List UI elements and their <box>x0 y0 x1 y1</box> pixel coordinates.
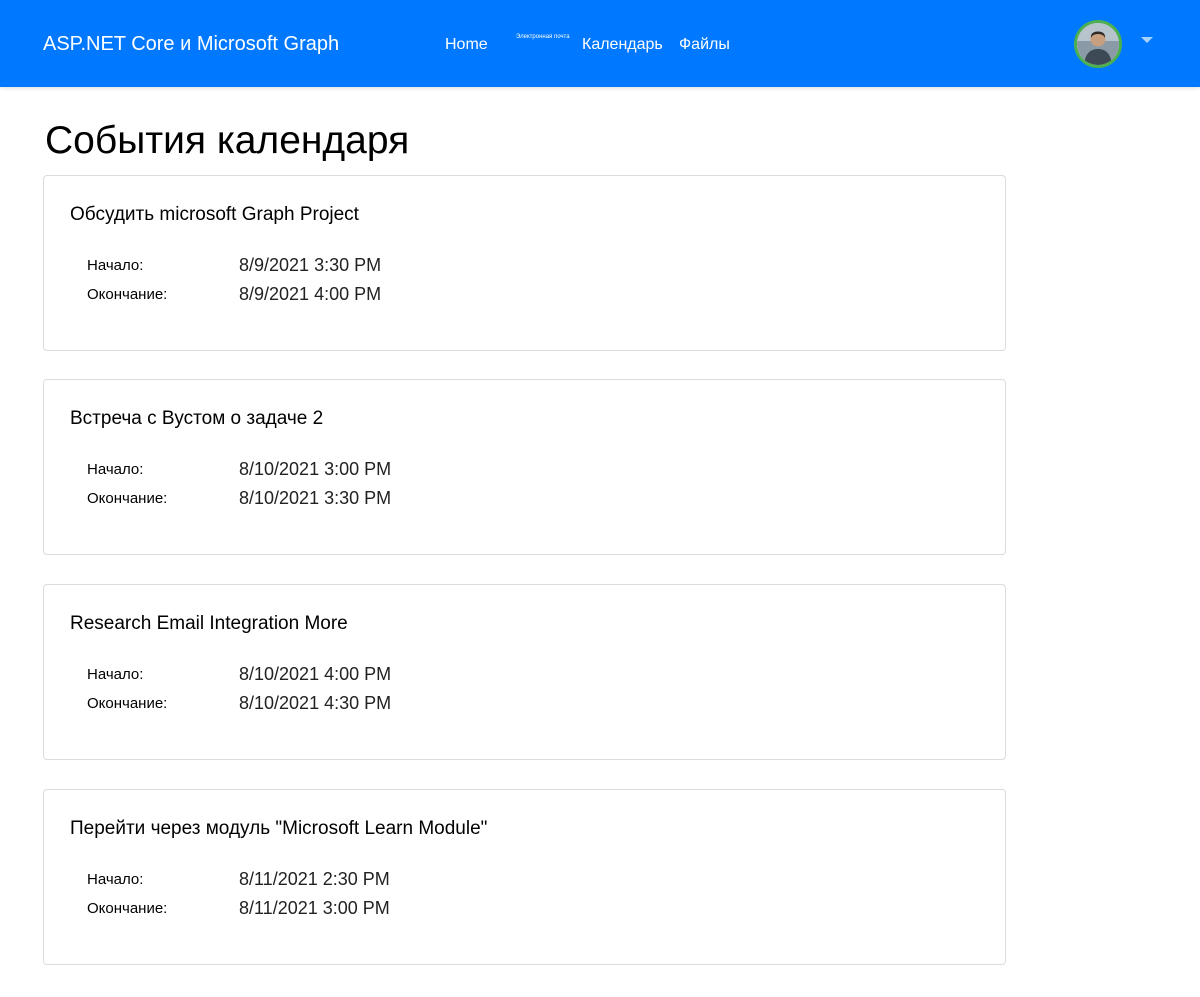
user-avatar-icon[interactable] <box>1074 20 1122 68</box>
end-value: 8/10/2021 3:30 PM <box>239 488 392 508</box>
end-value: 8/11/2021 3:00 PM <box>239 898 390 918</box>
nav-link-files[interactable]: Файлы <box>679 36 730 54</box>
nav-link-mail[interactable]: Электронная почта <box>516 34 570 40</box>
end-label: Окончание: <box>87 900 168 917</box>
start-label: Начало: <box>87 257 144 274</box>
chevron-down-icon[interactable] <box>1141 37 1153 43</box>
event-subject: Обсудить microsoft Graph Project <box>70 204 359 225</box>
end-label: Окончание: <box>87 695 168 712</box>
start-value: 8/11/2021 2:30 PM <box>239 869 390 889</box>
end-label: Окончание: <box>87 286 168 303</box>
event-subject: Встреча с Вустом о задаче 2 <box>70 408 324 429</box>
user-avatar-icon-graphic <box>1077 23 1119 65</box>
end-label: Окончание: <box>87 490 168 507</box>
event-card: Перейти через модуль "Microsoft Learn Mo… <box>43 789 1006 965</box>
top-navbar: ASP.NET Core и Microsoft Graph Home Элек… <box>0 0 1200 87</box>
start-label: Начало: <box>87 871 144 888</box>
start-value: 8/9/2021 3:30 PM <box>239 255 382 275</box>
event-subject: Research Email Integration More <box>70 613 348 634</box>
end-value: 8/10/2021 4:30 PM <box>239 693 392 713</box>
page-title: События календаря <box>45 119 410 162</box>
end-value: 8/9/2021 4:00 PM <box>239 284 382 304</box>
event-subject: Перейти через модуль "Microsoft Learn Mo… <box>70 818 488 839</box>
event-card: Research Email Integration More Начало: … <box>43 584 1006 760</box>
start-value: 8/10/2021 3:00 PM <box>239 459 392 479</box>
start-label: Начало: <box>87 461 144 478</box>
start-value: 8/10/2021 4:00 PM <box>239 664 392 684</box>
event-card: Встреча с Вустом о задаче 2 Начало: 8/10… <box>43 379 1006 555</box>
nav-link-calendar[interactable]: Календарь <box>582 36 663 54</box>
nav-link-home[interactable]: Home <box>445 36 488 54</box>
event-card: Обсудить microsoft Graph Project Начало:… <box>43 175 1006 351</box>
start-label: Начало: <box>87 666 144 683</box>
brand-link[interactable]: ASP.NET Core и Microsoft Graph <box>43 33 339 56</box>
